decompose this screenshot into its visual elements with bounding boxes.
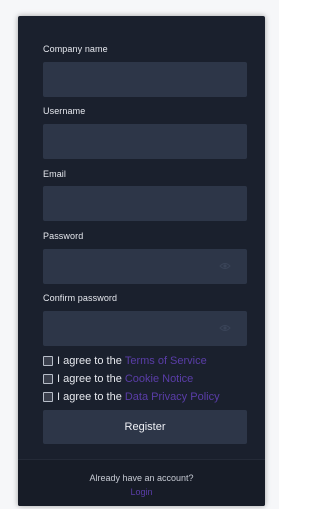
username-label: Username: [43, 106, 86, 116]
cookie-checkbox[interactable]: [43, 373, 53, 384]
agree-terms-prefix: I agree to the: [57, 354, 122, 367]
footer: Already have an account? Login: [18, 459, 265, 506]
username-input[interactable]: [43, 124, 247, 159]
agree-privacy-row: I agree to the Data Privacy Policy: [43, 390, 220, 403]
company-name-input[interactable]: [43, 62, 247, 97]
email-input[interactable]: [43, 186, 247, 221]
privacy-checkbox[interactable]: [43, 391, 53, 402]
register-button[interactable]: Register: [43, 410, 247, 444]
terms-of-service-link[interactable]: Terms of Service: [125, 355, 207, 367]
data-privacy-policy-link[interactable]: Data Privacy Policy: [125, 391, 220, 403]
eye-icon[interactable]: [219, 324, 231, 332]
agree-privacy-prefix: I agree to the: [57, 390, 122, 403]
agree-terms-row: I agree to the Terms of Service: [43, 354, 207, 367]
register-card: Company name Username Email Password Con…: [18, 16, 265, 506]
company-name-label: Company name: [43, 44, 108, 54]
cookie-notice-link[interactable]: Cookie Notice: [125, 373, 193, 385]
terms-checkbox[interactable]: [43, 355, 53, 366]
page: Company name Username Email Password Con…: [0, 0, 279, 509]
eye-icon[interactable]: [219, 262, 231, 270]
email-label: Email: [43, 169, 67, 179]
confirm-password-label: Confirm password: [43, 293, 118, 303]
password-label: Password: [43, 231, 84, 241]
agree-cookie-prefix: I agree to the: [57, 372, 122, 385]
already-account-text: Already have an account?: [89, 473, 194, 483]
login-link[interactable]: Login: [18, 487, 265, 497]
confirm-password-input[interactable]: [43, 311, 247, 346]
password-input[interactable]: [43, 249, 247, 284]
agree-cookie-row: I agree to the Cookie Notice: [43, 372, 193, 385]
